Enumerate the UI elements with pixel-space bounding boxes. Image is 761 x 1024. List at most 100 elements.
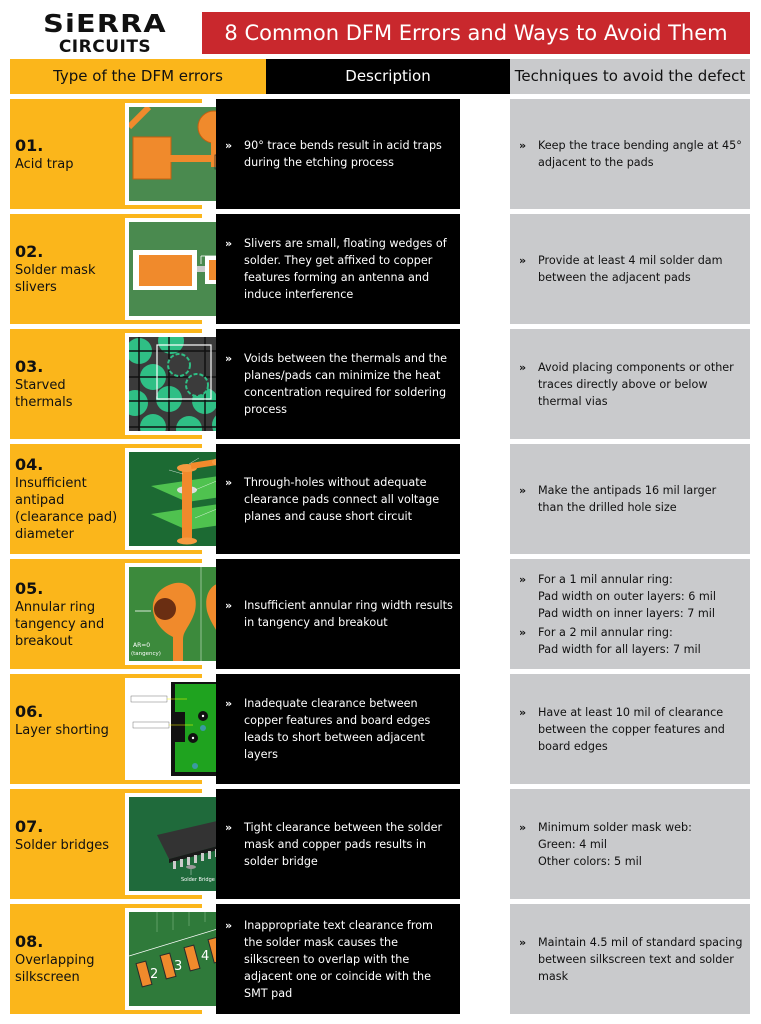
bullet-item: » Avoid placing components or other trace… xyxy=(510,359,750,410)
error-number: 07. xyxy=(15,817,44,836)
double-chevron-icon: » xyxy=(225,599,233,612)
bullet-item: » For a 2 mil annular ring: Pad width for… xyxy=(510,624,750,658)
double-chevron-icon: » xyxy=(519,254,527,267)
technique-text: Minimum solder mask web: Green: 4 mil Ot… xyxy=(538,820,692,868)
column-header-type: Type of the DFM errors xyxy=(10,59,266,94)
technique-text: Provide at least 4 mil solder dam betwee… xyxy=(538,254,723,284)
technique-cell: » Avoid placing components or other trace… xyxy=(510,329,750,439)
error-number: 03. xyxy=(15,357,44,376)
technique-text: Have at least 10 mil of clearance betwee… xyxy=(538,705,725,753)
double-chevron-icon: » xyxy=(519,484,527,497)
double-chevron-icon: » xyxy=(225,237,233,250)
error-number: 08. xyxy=(15,932,44,951)
dfm-error-row: 02.Solder mask slivers Solder mask slive… xyxy=(10,214,750,324)
error-name: Insufficient antipad (clearance pad) dia… xyxy=(15,476,118,542)
description-cell: » Tight clearance between the solder mask… xyxy=(216,789,460,899)
bullet-item: » Have at least 10 mil of clearance betwe… xyxy=(510,704,750,755)
column-header-description: Description xyxy=(266,59,510,94)
double-chevron-icon: » xyxy=(519,935,527,949)
technique-text: Keep the trace bending angle at 45° adja… xyxy=(538,139,742,169)
error-number: 04. xyxy=(15,455,44,474)
description-cell: » 90° trace bends result in acid traps du… xyxy=(216,99,460,209)
dfm-error-row: 01.Acid trap Acid trap »90° trace bends … xyxy=(10,99,750,209)
double-chevron-icon: » xyxy=(225,352,233,365)
double-chevron-icon: » xyxy=(519,820,527,834)
error-number: 02. xyxy=(15,242,44,261)
description-cell: » Slivers are small, floating wedges of s… xyxy=(216,214,460,324)
technique-cell: » Keep the trace bending angle at 45° adj… xyxy=(510,99,750,209)
dfm-error-row: 04. Insufficient antipad (clearance pad) … xyxy=(10,444,750,554)
error-number: 06. xyxy=(15,702,44,721)
bullet-item: » Maintain 4.5 mil of standard spacing be… xyxy=(510,934,750,985)
error-name: Solder mask slivers xyxy=(15,263,96,295)
technique-text: Maintain 4.5 mil of standard spacing bet… xyxy=(538,935,743,983)
bullet-item: » Tight clearance between the solder mask… xyxy=(216,819,460,870)
error-name: Starved thermals xyxy=(15,378,73,410)
technique-text: For a 2 mil annular ring: Pad width for … xyxy=(538,625,701,656)
double-chevron-icon: » xyxy=(519,572,527,586)
error-number: 05. xyxy=(15,578,44,598)
tangency-label: (tangency) xyxy=(131,651,161,657)
description-text: Tight clearance between the solder mask … xyxy=(244,820,443,868)
description-cell: » Voids between the thermals and the plan… xyxy=(216,329,460,439)
sierra-circuits-logo: SiERRA CIRCUITS xyxy=(40,10,170,58)
logo-line-2: CIRCUITS xyxy=(58,37,152,57)
technique-cell: » Have at least 10 mil of clearance betwe… xyxy=(510,674,750,784)
bullet-item: » Slivers are small, floating wedges of s… xyxy=(216,235,460,303)
silk-label-4: 4 xyxy=(201,949,209,964)
technique-cell: » Maintain 4.5 mil of standard spacing be… xyxy=(510,904,750,1014)
double-chevron-icon: » xyxy=(225,139,233,152)
description-cell: » Through-holes without adequate clearanc… xyxy=(216,444,460,554)
bullet-item: » Inadequate clearance between copper fea… xyxy=(216,695,460,763)
bullet-item: » Keep the trace bending angle at 45° adj… xyxy=(510,137,750,171)
page-title: 8 Common DFM Errors and Ways to Avoid Th… xyxy=(202,12,750,54)
description-text: Insufficient annular ring width results … xyxy=(244,599,453,629)
dfm-error-row: 06. Layer shorting » Inadequate clearance … xyxy=(10,674,750,784)
description-text: Slivers are small, floating wedges of so… xyxy=(244,237,447,301)
double-chevron-icon: » xyxy=(519,625,527,639)
description-text: Inadequate clearance between copper feat… xyxy=(244,697,431,761)
silk-label-2: 2 xyxy=(150,967,158,982)
double-chevron-icon: » xyxy=(225,697,233,710)
error-name: Annular ring tangency and breakout xyxy=(15,599,105,649)
dfm-error-row: 05. Annular ring tangency and breakout AR… xyxy=(10,559,750,669)
double-chevron-icon: » xyxy=(225,475,233,489)
description-text: 90° trace bends result in acid traps dur… xyxy=(244,139,442,169)
bullet-item: » Voids between the thermals and the plan… xyxy=(216,350,460,418)
double-chevron-icon: » xyxy=(519,139,527,152)
technique-text: Avoid placing components or other traces… xyxy=(538,360,734,408)
technique-text: For a 1 mil annular ring: Pad width on o… xyxy=(538,572,717,620)
error-name: Overlapping silkscreen xyxy=(15,953,95,985)
silk-label-3: 3 xyxy=(174,959,182,974)
double-chevron-icon: » xyxy=(519,705,527,719)
description-cell: » Insufficient annular ring width results… xyxy=(216,559,460,669)
bullet-item: » Make the antipads 16 mil larger than th… xyxy=(510,482,750,516)
technique-text: Make the antipads 16 mil larger than the… xyxy=(538,484,717,514)
description-text: Inappropriate text clearance from the so… xyxy=(244,918,433,1000)
description-cell: » Inappropriate text clearance from the s… xyxy=(216,904,460,1014)
bullet-item: » Minimum solder mask web: Green: 4 mil O… xyxy=(510,819,750,870)
double-chevron-icon: » xyxy=(225,918,233,932)
description-text: Voids between the thermals and the plane… xyxy=(244,352,448,416)
bullet-item: » For a 1 mil annular ring: Pad width on … xyxy=(510,571,750,622)
double-chevron-icon: » xyxy=(225,820,233,834)
solder-bridge-label: Solder Bridge xyxy=(181,877,215,883)
bullet-item: » 90° trace bends result in acid traps du… xyxy=(216,137,460,171)
description-text: Through-holes without adequate clearance… xyxy=(244,475,440,523)
ar-tangency-label: AR=0 xyxy=(133,642,150,649)
column-header-techniques: Techniques to avoid the defect xyxy=(510,59,750,94)
technique-cell: » For a 1 mil annular ring: Pad width on … xyxy=(510,559,750,669)
dfm-error-row: 03. Starved thermals » Voids between the t… xyxy=(10,329,750,439)
error-name: Acid trap xyxy=(15,156,74,172)
technique-cell: » Provide at least 4 mil solder dam betwe… xyxy=(510,214,750,324)
error-name: Solder bridges xyxy=(15,838,110,853)
technique-cell: » Make the antipads 16 mil larger than th… xyxy=(510,444,750,554)
dfm-error-row: 08.Overlapping silkscreen 2 3 4 5 6 »Ina… xyxy=(10,904,750,1014)
error-name: Layer shorting xyxy=(15,723,109,738)
description-cell: » Inadequate clearance between copper fea… xyxy=(216,674,460,784)
bullet-item: » Insufficient annular ring width results… xyxy=(216,597,460,631)
double-chevron-icon: » xyxy=(519,360,527,374)
bullet-item: » Provide at least 4 mil solder dam betwe… xyxy=(510,252,750,286)
bullet-item: » Through-holes without adequate clearanc… xyxy=(216,474,460,525)
logo-line-1: SiERRA xyxy=(43,9,167,38)
